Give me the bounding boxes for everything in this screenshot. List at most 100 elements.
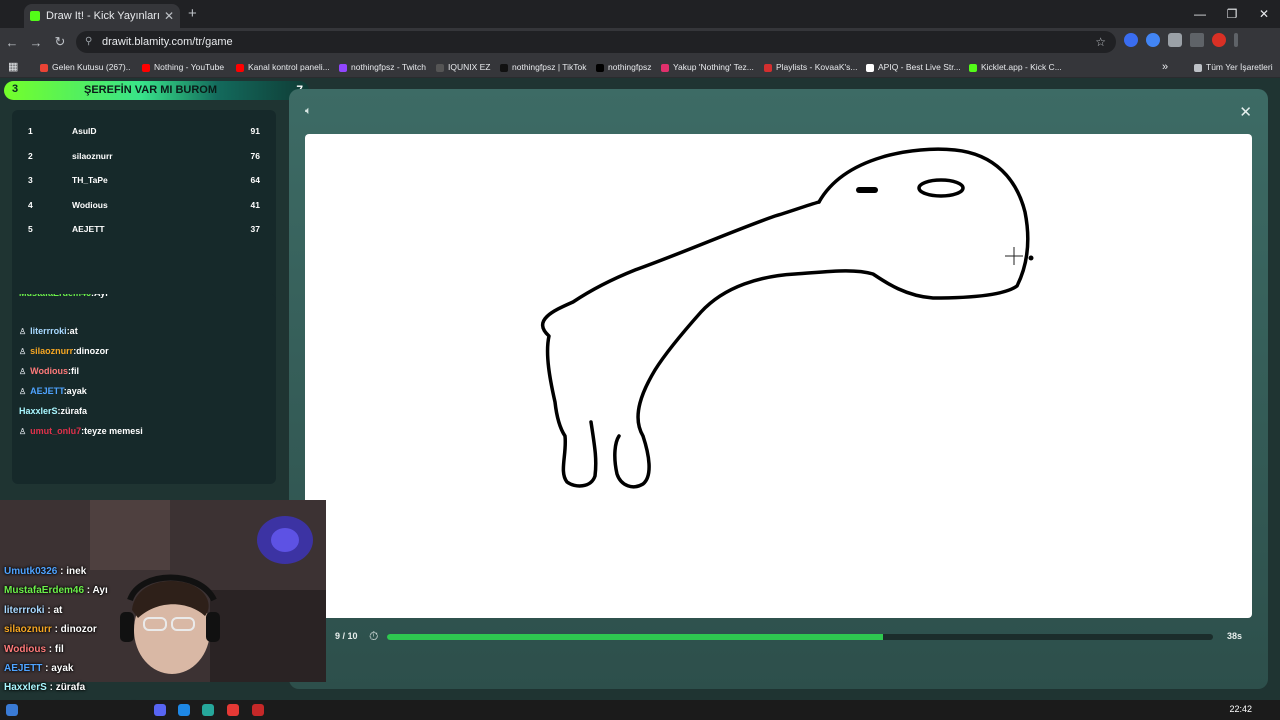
extension-icon[interactable] — [1124, 33, 1138, 47]
bookmark-item[interactable]: APIQ - Best Live Str... — [866, 56, 962, 78]
speaker-icon[interactable]: 🔈︎ — [305, 105, 312, 118]
bookmark-item[interactable]: Kanal kontrol paneli... — [236, 56, 332, 78]
address-bar[interactable]: ⚲ drawit.blamity.com/tr/game ☆ — [76, 31, 1116, 53]
puzzle-icon[interactable] — [1168, 33, 1182, 47]
bookmark-label: nothingfpsz — [608, 62, 652, 72]
overlay-chat-message: Wodious : fil — [4, 644, 64, 655]
round-counter: 9 / 10 — [335, 631, 358, 641]
leaderboard-row: 3 TH_TaPe 64 — [12, 175, 276, 195]
brush-dot — [1028, 255, 1034, 261]
chat-text: :at — [66, 326, 78, 336]
chat-text: :fil — [68, 366, 79, 376]
menu-kebab-icon[interactable] — [1234, 33, 1238, 47]
leaderboard-rank: 5 — [28, 224, 33, 234]
leaderboard-rank: 4 — [28, 199, 33, 210]
bookmark-item[interactable]: nothingfpsz - Twitch — [339, 56, 429, 78]
chat-text: :ayak — [63, 386, 87, 396]
all-bookmarks-button[interactable]: Tüm Yer İşaretleri — [1194, 56, 1273, 78]
leaderboard-row: 1 AsulD 91 — [12, 126, 276, 146]
chat-username: literrroki — [30, 326, 67, 336]
overlay-chat-username: Wodious — [4, 643, 47, 655]
bookmark-label: Kanal kontrol paneli... — [248, 62, 330, 72]
media-icon[interactable] — [1190, 33, 1204, 47]
bookmark-item[interactable]: nothingfpsz — [596, 56, 654, 78]
leaderboard-row: 5 AEJETT 37 — [12, 224, 276, 244]
minimize-icon[interactable]: — — [1184, 0, 1216, 28]
back-icon[interactable]: ← — [0, 35, 24, 50]
bookmark-item[interactable]: Gelen Kutusu (267)... — [40, 56, 130, 78]
overlay-chat-username: literrroki — [4, 604, 45, 616]
app-icon[interactable] — [227, 704, 239, 716]
game-chat: MustafaErdem46:Ayı♙literrroki:at♙silaozn… — [12, 294, 276, 484]
leaderboard-name: TH_TaPe — [72, 175, 108, 185]
leaderboard-row: 2 silaoznurr 76 — [12, 151, 276, 171]
bookmark-item[interactable]: Yakup 'Nothing' Tez... — [661, 56, 757, 78]
browser-tab[interactable]: Draw It! - Kick Yayınları İçin Çizi ✕ — [24, 4, 180, 28]
overlay-chat-message: Umutk0326 : inek — [4, 566, 86, 577]
close-tab-icon[interactable]: ✕ — [164, 9, 174, 23]
tab-title: Draw It! - Kick Yayınları İçin Çizi — [46, 10, 164, 22]
bookmark-favicon-icon — [339, 63, 347, 72]
bookmark-favicon-icon — [969, 63, 977, 72]
clock-text[interactable]: 22:42 — [1229, 704, 1252, 714]
more-bookmarks-icon[interactable]: » — [1162, 56, 1168, 78]
chat-username: Wodious — [30, 366, 68, 376]
chat-username: HaxxlerS — [19, 406, 58, 416]
leaderboard-score: 76 — [250, 150, 260, 161]
overlay-chat-username: HaxxlerS — [4, 682, 47, 694]
discord-icon[interactable] — [154, 704, 166, 716]
window-controls: — ❐ ✕ — [1184, 0, 1280, 28]
app-icon[interactable] — [252, 704, 264, 716]
bookmark-item[interactable]: Playlists - KovaaK's... — [764, 56, 860, 78]
crosshair-cursor-icon — [1005, 247, 1023, 265]
chat-text: :dinozor — [73, 346, 109, 356]
bookmark-label: Playlists - KovaaK's... — [776, 62, 858, 72]
start-icon[interactable] — [6, 704, 18, 716]
close-window-icon[interactable]: ✕ — [1248, 0, 1280, 28]
app-icon[interactable] — [178, 704, 190, 716]
bookmark-label: nothingfpsz | TikTok — [512, 62, 587, 72]
site-info-icon[interactable]: ⚲ — [85, 31, 92, 53]
overlay-chat-username: Umutk0326 — [4, 566, 58, 577]
extension-icon[interactable] — [1146, 33, 1160, 47]
restore-icon[interactable]: ❐ — [1216, 0, 1248, 28]
drawing-canvas[interactable] — [305, 134, 1252, 618]
time-remaining: 38s — [1226, 631, 1242, 641]
leaderboard-score: 37 — [250, 224, 260, 234]
bookmark-label: IQUNIX EZ — [448, 62, 491, 72]
drawing-stage: 🔈︎ ✕ 9 / 10 ⏱ 38s — [289, 89, 1268, 689]
extensions-area — [1124, 33, 1238, 47]
overlay-chat-message: AEJETT : ayak — [4, 663, 73, 674]
overlay-chat-message: literrroki : at — [4, 605, 62, 616]
bookmark-label: nothingfpsz - Twitch — [351, 62, 426, 72]
bookmark-favicon-icon — [596, 63, 604, 72]
forward-icon[interactable]: → — [24, 35, 48, 50]
bookmark-item[interactable]: IQUNIX EZ — [436, 56, 492, 78]
overlay-chat-message: MustafaErdem46 : Ayı — [4, 585, 108, 596]
overlay-chat-text: : zürafa — [46, 682, 86, 694]
bookmark-label: Gelen Kutusu (267)... — [52, 62, 130, 72]
new-tab-icon[interactable]: + — [188, 5, 197, 22]
bookmark-star-icon[interactable]: ☆ — [1095, 31, 1106, 53]
leaderboard-name: AEJETT — [72, 224, 105, 234]
close-icon[interactable]: ✕ — [1239, 103, 1252, 121]
leaderboard-row: 4 Wodious 41 — [12, 200, 276, 220]
bookmark-item[interactable]: Kicklet.app - Kick C... — [969, 56, 1069, 78]
apps-grid-icon[interactable]: ▦ — [8, 56, 18, 78]
chat-message: ♙ silaoznurr:dinozor — [19, 346, 109, 356]
chat-message: MustafaErdem46:Ayı — [19, 294, 108, 298]
all-bookmarks-label: Tüm Yer İşaretleri — [1206, 62, 1273, 72]
bookmark-favicon-icon — [40, 63, 48, 72]
bookmark-label: Yakup 'Nothing' Tez... — [673, 62, 754, 72]
leaderboard-name: Wodious — [72, 199, 108, 210]
bookmark-item[interactable]: nothingfpsz | TikTok — [500, 56, 588, 78]
overlay-chat-text: : Ayı — [84, 585, 108, 597]
overlay-chat-message: HaxxlerS : zürafa — [4, 682, 85, 693]
profile-avatar[interactable] — [1212, 33, 1226, 47]
reload-icon[interactable]: ↻ — [48, 34, 72, 50]
bookmark-item[interactable]: Nothing - YouTube — [142, 56, 230, 78]
overlay-chat-text: : ayak — [42, 663, 74, 674]
chat-text: :Ayı — [91, 294, 108, 298]
player-name: ŞEREFİN VAR MI BUROM — [84, 84, 218, 96]
app-icon[interactable] — [202, 704, 214, 716]
